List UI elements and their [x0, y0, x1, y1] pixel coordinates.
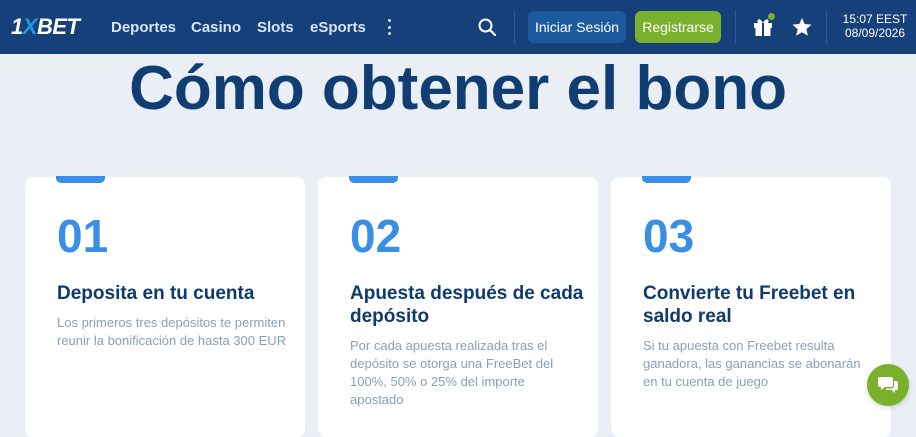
top-navigation-bar: 1XBET Deportes Casino Slots eSports Inic… — [0, 0, 916, 54]
login-button[interactable]: Iniciar Sesión — [528, 11, 626, 43]
step-number: 02 — [350, 210, 402, 262]
logo-one: 1 — [11, 14, 23, 39]
star-icon[interactable] — [791, 16, 813, 38]
step-title: Convierte tu Freebet en saldo real — [643, 283, 856, 327]
step-title: Deposita en tu cuenta — [57, 283, 255, 304]
divider — [735, 10, 736, 44]
step-description: Si tu apuesta con Freebet resulta ganado… — [643, 338, 861, 389]
step-description: Los primeros tres depósitos te permiten … — [57, 315, 287, 348]
card-tab — [56, 176, 105, 183]
step-card-2: 02 Apuesta después de cada depósito Por … — [318, 176, 598, 437]
card-tab — [349, 176, 398, 183]
divider — [826, 10, 827, 44]
step-title: Apuesta después de cada depósito — [350, 283, 584, 327]
clock-date: 08/09/2026 — [844, 26, 906, 40]
logo-bet: BET — [36, 14, 80, 39]
nav-slots[interactable]: Slots — [257, 19, 294, 36]
register-button[interactable]: Registrarse — [635, 11, 721, 43]
step-card-3: 03 Convierte tu Freebet en saldo real Si… — [611, 176, 891, 437]
clock: 15:07 EEST 08/09/2026 — [838, 12, 912, 40]
divider — [514, 10, 515, 44]
search-icon[interactable] — [477, 17, 497, 37]
notification-dot — [768, 13, 775, 20]
logo-x: X — [22, 14, 38, 39]
nav-deportes[interactable]: Deportes — [111, 19, 176, 36]
nav-casino[interactable]: Casino — [191, 19, 241, 36]
card-tab — [642, 176, 691, 183]
step-description: Por cada apuesta realizada tras el depós… — [350, 338, 554, 407]
site-logo[interactable]: 1XBET — [11, 14, 80, 40]
clock-time: 15:07 EEST — [842, 12, 908, 26]
page-title: Cómo obtener el bono — [129, 54, 787, 123]
chat-icon — [878, 377, 898, 393]
step-number: 03 — [643, 210, 695, 262]
step-card-1: 01 Deposita en tu cuenta Los primeros tr… — [25, 176, 305, 437]
more-vertical-icon[interactable] — [385, 17, 393, 37]
step-number: 01 — [57, 210, 109, 262]
chat-button[interactable] — [867, 364, 909, 406]
nav-esports[interactable]: eSports — [310, 19, 366, 36]
